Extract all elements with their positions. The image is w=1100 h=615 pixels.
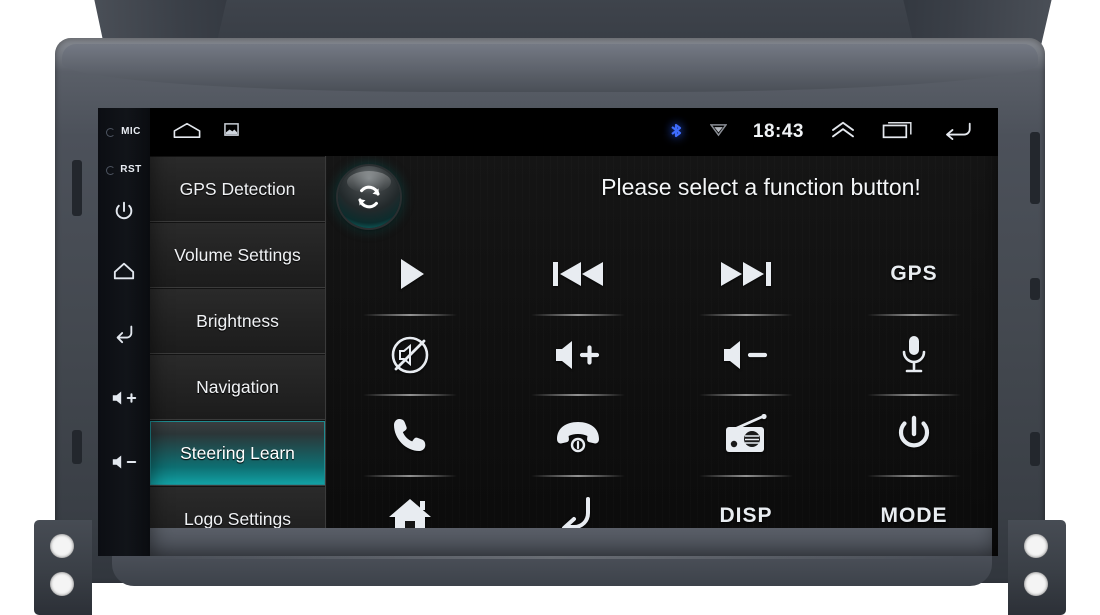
function-button-gps[interactable]: GPS xyxy=(830,234,998,315)
gps-text-icon: GPS xyxy=(890,262,938,286)
home-outline-icon[interactable] xyxy=(172,121,202,144)
back-arrow-icon[interactable] xyxy=(942,120,972,145)
function-button-hangup[interactable] xyxy=(494,395,662,476)
steering-learn-panel: Please select a function button! GPS DIS… xyxy=(326,156,998,556)
function-button-call[interactable] xyxy=(326,395,494,476)
sidebar-item-steering-learn[interactable]: Steering Learn xyxy=(150,420,325,486)
sidebar-item-label: GPS Detection xyxy=(179,178,296,199)
bezel-hood xyxy=(62,44,1038,92)
hangup-icon xyxy=(557,422,599,453)
power-icon xyxy=(898,416,930,448)
call-icon xyxy=(394,419,426,452)
play-icon xyxy=(401,259,424,290)
side-key-volume-up[interactable] xyxy=(98,388,150,411)
power-icon xyxy=(115,201,133,220)
sidebar-item-label: Logo Settings xyxy=(183,508,292,529)
bezel-clip-left-bottom xyxy=(72,430,82,464)
disp-text-icon: DISP xyxy=(719,503,773,527)
status-bar-clock: 18:43 xyxy=(752,121,804,142)
function-button-grid: GPS DISP MODE xyxy=(326,234,998,556)
screenshot-root: MIC RST 18:43 GPS Detection Volume Setti… xyxy=(0,0,1100,615)
sidebar-item-volume-settings[interactable]: Volume Settings xyxy=(150,222,325,288)
sidebar-item-navigation[interactable]: Navigation xyxy=(150,354,325,420)
side-key-back[interactable] xyxy=(98,322,150,347)
side-key-volume-down[interactable] xyxy=(98,452,150,475)
mode-text-icon: MODE xyxy=(880,503,948,527)
function-button-next[interactable] xyxy=(662,234,830,315)
bezel-clip-right-mid xyxy=(1030,278,1040,300)
function-button-radio[interactable] xyxy=(662,395,830,476)
side-key-power[interactable] xyxy=(98,200,150,225)
android-status-bar: 18:43 xyxy=(150,108,998,156)
bezel-clip-right-top xyxy=(1030,132,1040,204)
head-unit-screen: MIC RST 18:43 GPS Detection Volume Setti… xyxy=(98,108,998,556)
bezel-clip-right-bottom xyxy=(1030,432,1040,466)
side-key-reset[interactable]: RST xyxy=(98,164,150,175)
volume-down-icon xyxy=(112,455,137,469)
function-button-volume-up[interactable] xyxy=(494,315,662,396)
refresh-icon xyxy=(358,185,380,209)
mute-icon xyxy=(391,336,429,374)
volume-down-icon xyxy=(724,340,768,369)
physical-key-column: MIC RST xyxy=(98,108,150,556)
side-key-home[interactable] xyxy=(98,260,150,285)
chevron-up-icon[interactable] xyxy=(830,120,856,145)
mounting-bracket-left xyxy=(34,520,92,615)
next-icon xyxy=(721,262,771,287)
function-button-power[interactable] xyxy=(830,395,998,476)
settings-sidebar: GPS Detection Volume Settings Brightness… xyxy=(150,156,326,556)
screenshot-icon[interactable] xyxy=(224,122,239,142)
signal-icon xyxy=(709,122,728,142)
function-button-volume-down[interactable] xyxy=(662,315,830,396)
volume-up-icon xyxy=(556,340,600,369)
function-button-play[interactable] xyxy=(326,234,494,315)
bezel-clip-left-top xyxy=(72,160,82,216)
sidebar-item-label: Brightness xyxy=(196,310,279,331)
page-title: Please select a function button! xyxy=(601,174,921,200)
sidebar-item-brightness[interactable]: Brightness xyxy=(150,288,325,354)
recents-icon[interactable] xyxy=(882,120,916,145)
function-button-mute[interactable] xyxy=(326,315,494,396)
back-icon xyxy=(116,325,133,344)
settings-app-body: GPS Detection Volume Settings Brightness… xyxy=(150,156,998,556)
sidebar-item-label: Steering Learn xyxy=(180,442,295,463)
function-button-previous[interactable] xyxy=(494,234,662,315)
bluetooth-icon xyxy=(668,122,684,142)
side-key-mic: MIC xyxy=(121,126,141,137)
bezel-shelf-highlight xyxy=(140,556,960,559)
function-button-microphone[interactable] xyxy=(830,315,998,396)
radio-icon xyxy=(726,414,767,453)
home-icon xyxy=(113,262,135,280)
previous-icon xyxy=(553,262,603,287)
sidebar-item-label: Navigation xyxy=(196,376,279,397)
reset-refresh-button[interactable] xyxy=(338,166,400,228)
microphone-icon xyxy=(902,335,926,373)
sidebar-item-label: Volume Settings xyxy=(174,244,301,265)
sidebar-item-gps-detection[interactable]: GPS Detection xyxy=(150,156,325,222)
volume-up-icon xyxy=(112,391,137,405)
mounting-bracket-right xyxy=(1008,520,1066,615)
